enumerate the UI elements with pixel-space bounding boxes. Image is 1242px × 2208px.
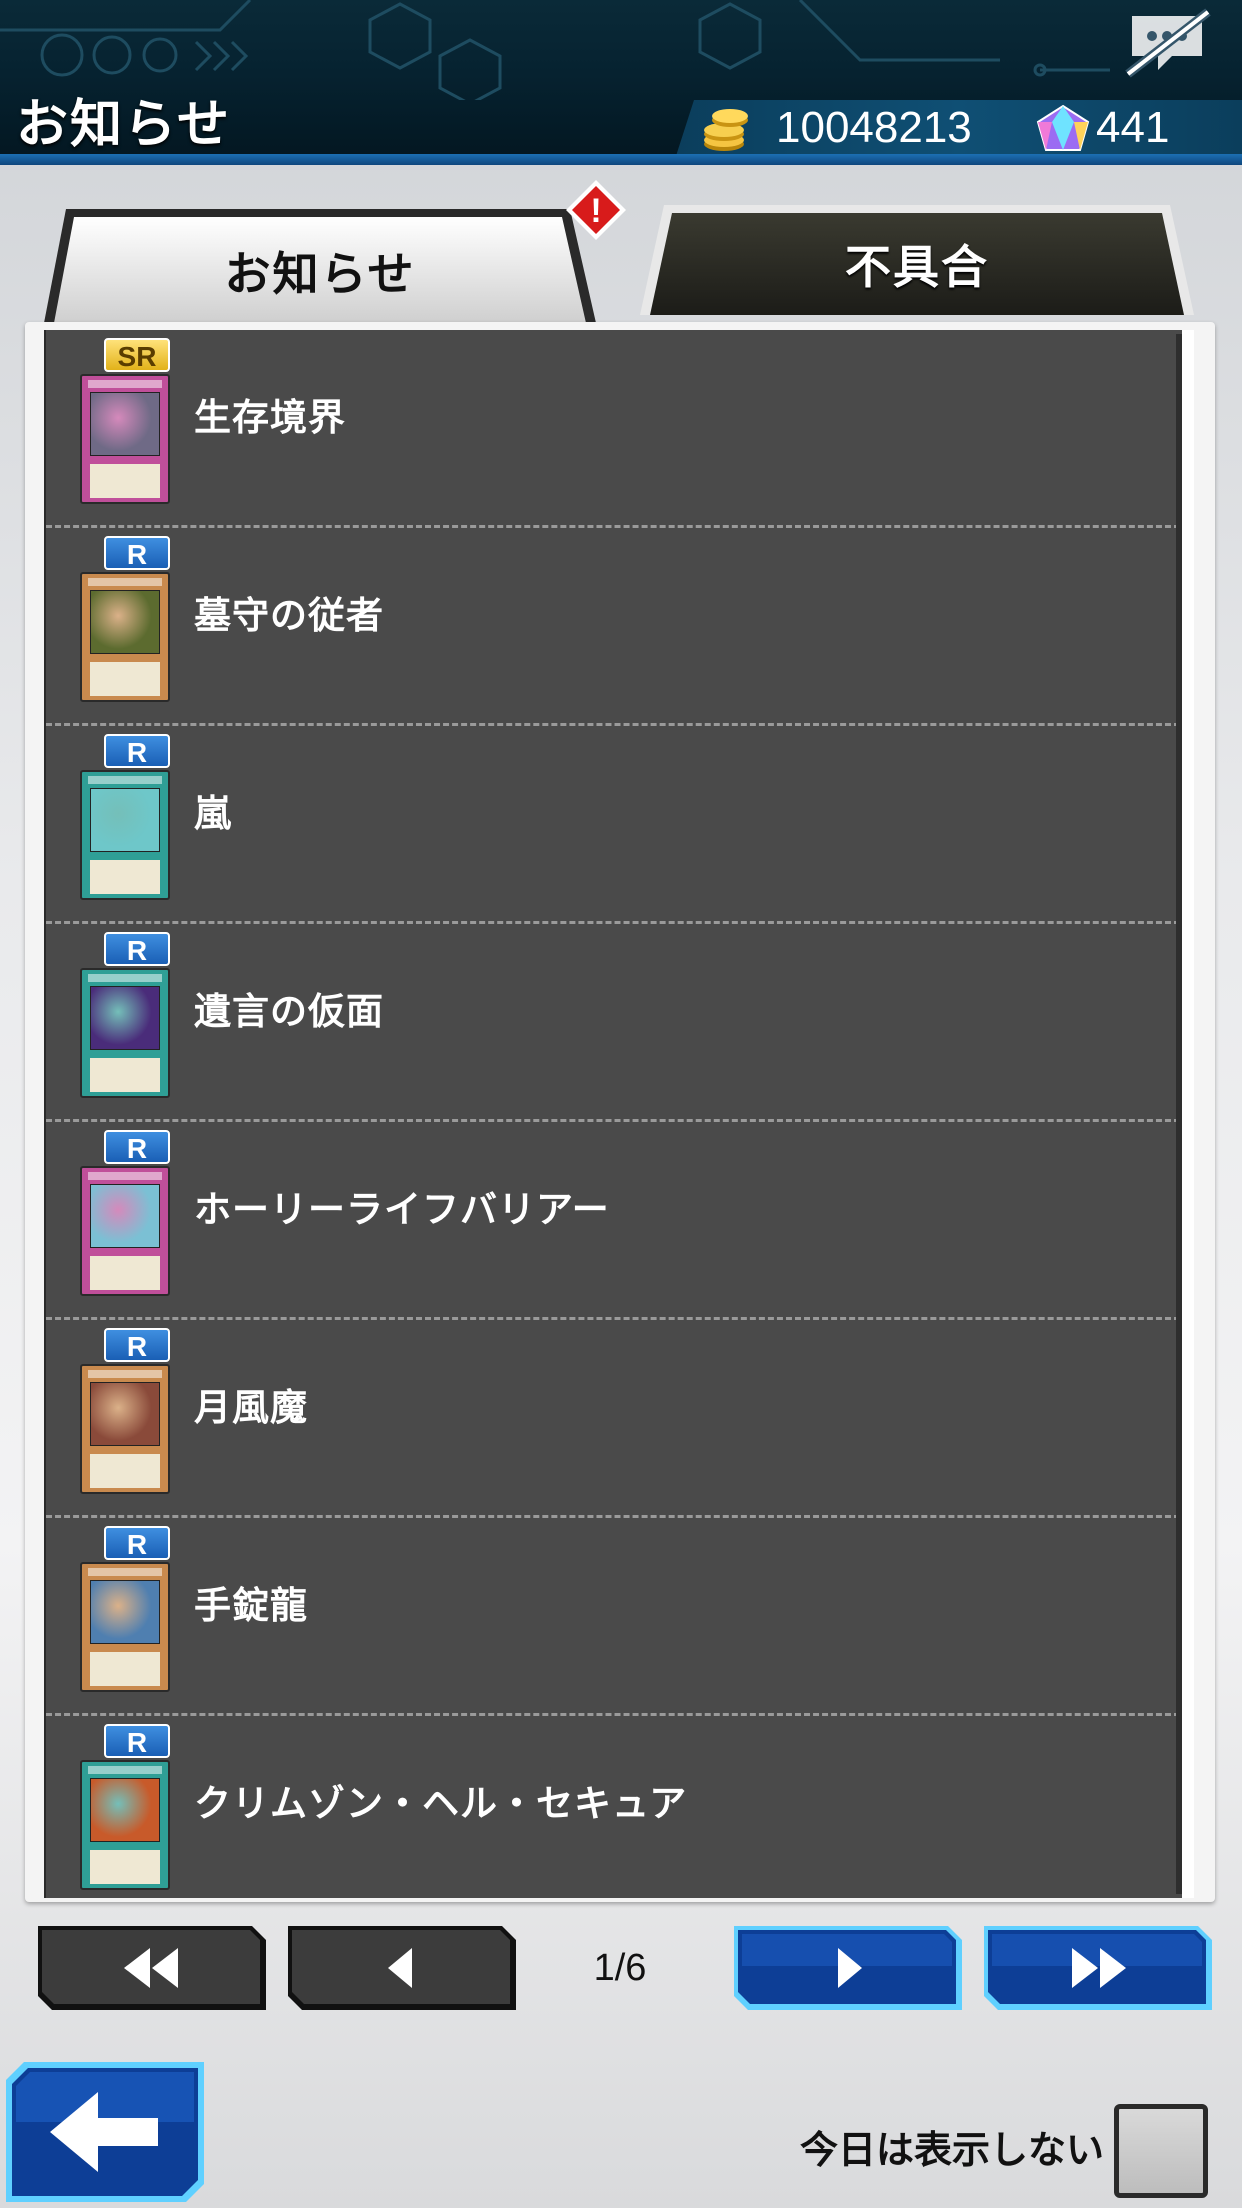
dont-show-today-checkbox[interactable] <box>1114 2104 1208 2198</box>
card-thumbnail <box>80 572 170 702</box>
card-artwork <box>90 788 160 852</box>
next-page-button[interactable] <box>734 1926 962 2010</box>
card-text-box <box>90 1652 160 1686</box>
scrollbar-track <box>1182 330 1194 1898</box>
card-text-box <box>90 662 160 696</box>
list-item[interactable]: R 遺言の仮面 <box>46 924 1180 1122</box>
top-bar: お知らせ 10048213 441 <box>0 0 1242 165</box>
list-item[interactable]: R 手錠龍 <box>46 1518 1180 1716</box>
coin-count: 10048213 <box>776 103 972 152</box>
card-name-bar <box>88 1370 162 1378</box>
card-thumbnail <box>80 1364 170 1494</box>
card-text-box <box>90 1454 160 1488</box>
rarity-badge: R <box>104 536 170 570</box>
back-button[interactable] <box>6 2062 204 2202</box>
rarity-badge: R <box>104 1526 170 1560</box>
arrow-left-icon <box>50 2092 158 2172</box>
page-title: お知らせ <box>16 95 231 155</box>
card-thumbnail <box>80 968 170 1098</box>
rarity-badge: R <box>104 1724 170 1758</box>
card-name-bar <box>88 380 162 388</box>
header-accent-strip <box>0 154 1242 165</box>
tab-bugs-label: 不具合 <box>845 240 989 294</box>
card-text-box <box>90 1256 160 1290</box>
card-name-bar <box>88 974 162 982</box>
gem-icon <box>1036 104 1090 151</box>
list-item-title: 生存境界 <box>194 396 346 439</box>
card-artwork <box>90 590 160 654</box>
list-item-title: 月風魔 <box>194 1386 308 1429</box>
card-artwork <box>90 1778 160 1842</box>
rarity-badge: SR <box>104 338 170 372</box>
card-artwork <box>90 392 160 456</box>
list-item-title: ホーリーライフバリアー <box>194 1188 610 1231</box>
card-thumbnail <box>80 1760 170 1890</box>
card-name-bar <box>88 1766 162 1774</box>
card-text-box <box>90 1058 160 1092</box>
card-text-box <box>90 860 160 894</box>
list-item[interactable]: R嵐 <box>46 726 1180 924</box>
first-page-button[interactable] <box>38 1926 266 2010</box>
gold-coins-icon <box>704 109 748 151</box>
rarity-badge: R <box>104 1328 170 1362</box>
double-chevron-right-icon <box>1072 1948 1126 1988</box>
chevron-right-icon <box>838 1948 862 1988</box>
tab-notices[interactable]: お知らせ <box>42 205 598 323</box>
list-item-title: クリムゾン・ヘル・セキュア <box>194 1782 688 1825</box>
card-artwork <box>90 1184 160 1248</box>
card-artwork <box>90 986 160 1050</box>
gem-count: 441 <box>1096 103 1170 152</box>
dont-show-today-label: 今日は表示しない <box>799 2128 1104 2172</box>
notice-list[interactable]: SR 生存境界 R 墓守の従者 R 嵐 R 遺言の仮面 R ホーリーライフバリアー R 月風魔 R 手錠龍… <box>44 330 1194 1898</box>
list-item[interactable]: R クリムゾン・ヘル・セキュア <box>46 1716 1180 1898</box>
circuit-decoration <box>0 0 1110 100</box>
rarity-badge: R <box>104 1130 170 1164</box>
alert-badge-icon: ! <box>566 180 626 240</box>
last-page-button[interactable] <box>984 1926 1212 2010</box>
tab-bugs[interactable]: 不具合 <box>640 205 1194 323</box>
card-thumbnail <box>80 1562 170 1692</box>
chat-disabled-icon[interactable] <box>1122 8 1212 78</box>
list-item-title: 手錠龍 <box>194 1584 308 1627</box>
card-name-bar <box>88 1568 162 1576</box>
card-artwork <box>90 1580 160 1644</box>
card-name-bar <box>88 578 162 586</box>
list-item[interactable]: R 月風魔 <box>46 1320 1180 1518</box>
card-thumbnail <box>80 374 170 504</box>
rarity-badge: R <box>104 932 170 966</box>
double-chevron-left-icon <box>124 1948 178 1988</box>
scrollbar-thumb[interactable] <box>1176 334 1182 1894</box>
prev-page-button[interactable] <box>288 1926 516 2010</box>
list-item-title: 墓守の従者 <box>194 594 384 637</box>
card-name-bar <box>88 1172 162 1180</box>
rarity-badge: R <box>104 734 170 768</box>
list-item[interactable]: R ホーリーライフバリアー <box>46 1122 1180 1320</box>
list-item[interactable]: R 墓守の従者 <box>46 528 1180 726</box>
list-item[interactable]: SR 生存境界 <box>46 330 1180 528</box>
card-name-bar <box>88 776 162 784</box>
card-thumbnail <box>80 770 170 900</box>
list-item-title: 嵐 <box>194 792 232 835</box>
alert-badge-text: ! <box>590 192 601 230</box>
card-text-box <box>90 1850 160 1884</box>
card-artwork <box>90 1382 160 1446</box>
card-text-box <box>90 464 160 498</box>
chevron-left-icon <box>388 1948 412 1988</box>
page-indicator: 1/6 <box>593 1947 647 1989</box>
tab-notices-label: お知らせ <box>224 247 416 301</box>
list-item-title: 遺言の仮面 <box>194 990 384 1033</box>
card-thumbnail <box>80 1166 170 1296</box>
